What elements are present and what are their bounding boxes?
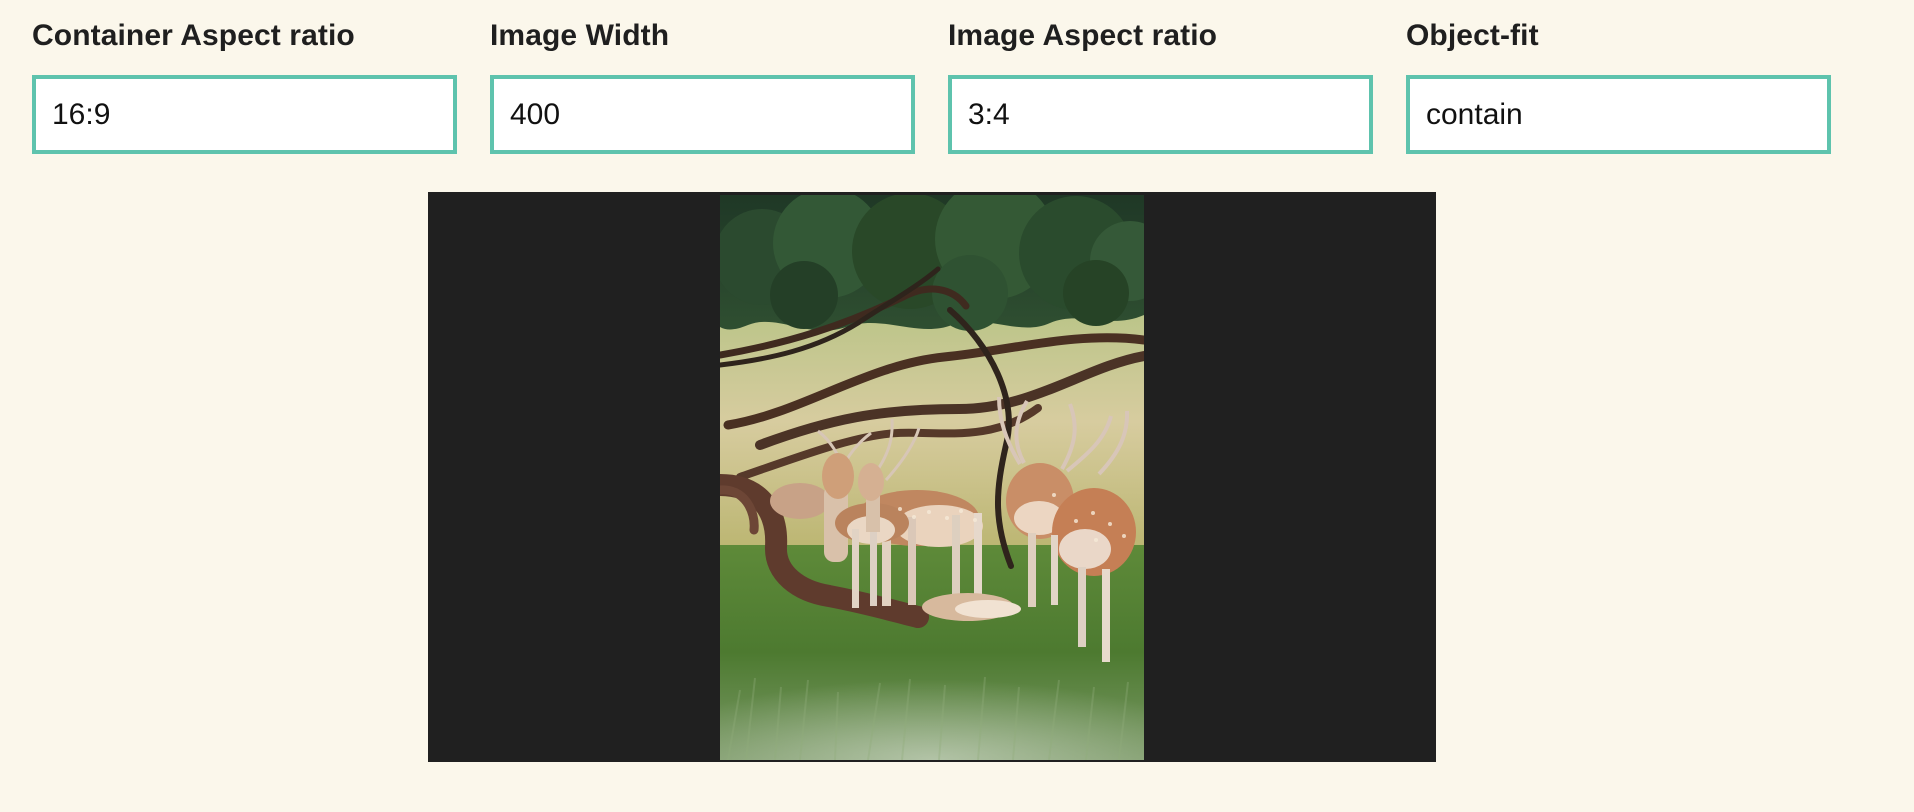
- image-width-label: Image Width: [490, 19, 670, 52]
- object-fit-field: Object-fit contain: [1406, 18, 1831, 154]
- image-aspect-ratio-input[interactable]: 3:4: [948, 75, 1373, 154]
- object-fit-input[interactable]: contain: [1406, 75, 1831, 154]
- image-preview-container: [428, 192, 1436, 762]
- object-fit-label: Object-fit: [1406, 19, 1539, 52]
- image-aspect-ratio-field: Image Aspect ratio 3:4: [948, 18, 1373, 154]
- object-fit-demo-page: Container Aspect ratio 16:9 Image Width …: [0, 0, 1914, 812]
- container-aspect-ratio-label: Container Aspect ratio: [32, 19, 355, 52]
- container-aspect-ratio-field: Container Aspect ratio 16:9: [32, 18, 457, 154]
- image-aspect-ratio-label: Image Aspect ratio: [948, 19, 1218, 52]
- image-width-input[interactable]: 400: [490, 75, 915, 154]
- image-width-field: Image Width 400: [490, 18, 915, 154]
- container-aspect-ratio-input[interactable]: 16:9: [32, 75, 457, 154]
- deer-photo: [720, 195, 1144, 760]
- controls-row: Container Aspect ratio 16:9 Image Width …: [32, 18, 1831, 154]
